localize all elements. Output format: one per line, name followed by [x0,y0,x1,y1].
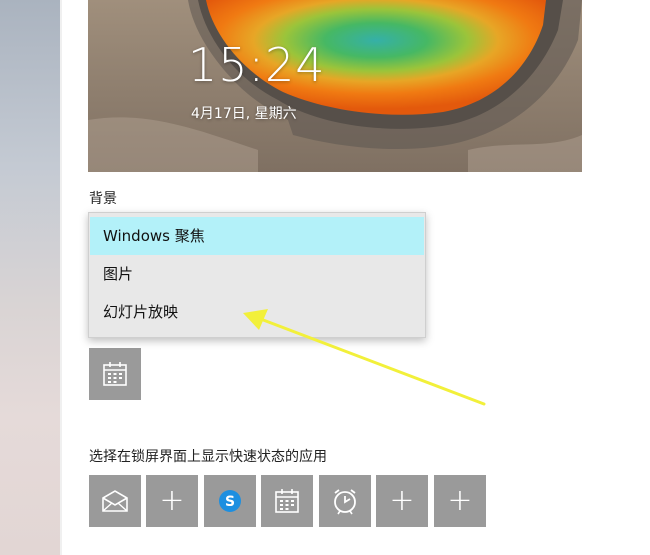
plus-icon: + [159,483,185,518]
quick-status-tile-add-2[interactable]: + [376,475,428,527]
quick-status-tile-skype[interactable]: S [204,475,256,527]
quick-status-tile-add-1[interactable]: + [146,475,198,527]
plus-icon: + [447,483,473,518]
svg-text:S: S [225,494,235,510]
quick-status-tile-add-3[interactable]: + [434,475,486,527]
option-picture[interactable]: 图片 [90,255,424,293]
calendar-icon [103,362,127,386]
option-windows-spotlight[interactable]: Windows 聚焦 [90,217,424,255]
skype-icon: S [219,490,241,512]
hot-spring-image [88,0,582,172]
background-dropdown-list[interactable]: Windows 聚焦 图片 幻灯片放映 [88,212,426,338]
lock-screen-time: 15:24 [188,38,326,92]
plus-icon: + [389,483,415,518]
lock-screen-preview: 15:24 4月17日, 星期六 [88,0,582,172]
alarm-clock-icon [334,489,356,515]
option-slideshow[interactable]: 幻灯片放映 [90,293,424,331]
quick-status-tile-mail[interactable] [89,475,141,527]
detailed-status-app-tile[interactable] [89,348,141,400]
blurred-side-panel [0,0,60,555]
quick-status-tile-calendar[interactable] [261,475,313,527]
mail-icon [102,490,128,512]
quick-status-tile-alarms[interactable] [319,475,371,527]
panel-divider [60,0,62,555]
background-label: 背景 [89,191,117,207]
lock-screen-date: 4月17日, 星期六 [191,106,297,122]
quick-status-label: 选择在锁屏界面上显示快速状态的应用 [89,449,327,465]
calendar-icon [275,489,299,513]
